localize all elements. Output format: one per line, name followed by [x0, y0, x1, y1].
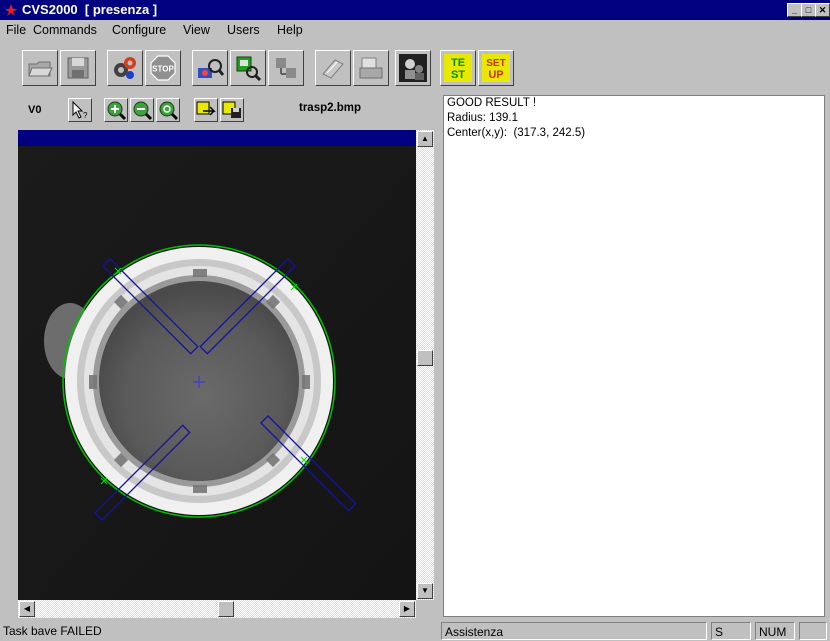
edit-button[interactable] [315, 50, 351, 86]
run-button[interactable] [107, 50, 143, 86]
open-button[interactable] [22, 50, 58, 86]
setup-icon: SETUP [482, 54, 510, 82]
scroll-left-button[interactable]: ◀ [19, 601, 35, 617]
zoom-fit-icon [159, 101, 179, 121]
camera-image-view[interactable] [18, 146, 416, 600]
svg-text:STOP: STOP [152, 65, 174, 74]
maximize-button[interactable]: □ [801, 3, 816, 17]
camera-zoom-icon [236, 56, 262, 82]
result-radius: Radius: 139.1 [447, 112, 518, 124]
inspection-image [18, 146, 416, 600]
test-icon: TEST [444, 54, 472, 82]
title-bar: CVS2000 [ presenza ] _ □ ✕ [0, 0, 830, 20]
menu-configure[interactable]: Configure [112, 23, 166, 37]
run-gears-icon [114, 57, 136, 79]
zoom-in-button[interactable] [104, 98, 128, 122]
scroll-down-button[interactable]: ▼ [417, 583, 433, 599]
svg-text:TE: TE [451, 57, 465, 69]
horizontal-scroll-thumb[interactable] [218, 601, 234, 617]
menu-bar: File Commands Configure View Users Help [0, 20, 830, 40]
vertical-scroll-thumb[interactable] [417, 350, 433, 366]
network-icon [276, 58, 296, 78]
svg-text:?: ? [83, 111, 88, 120]
inspect-button[interactable] [192, 50, 228, 86]
app-icon [5, 4, 17, 16]
menu-help[interactable]: Help [277, 23, 303, 37]
print-button[interactable] [353, 50, 389, 86]
status-num: NUM [755, 622, 795, 640]
svg-text:SET: SET [486, 58, 505, 69]
menu-view[interactable]: View [183, 23, 210, 37]
menu-file[interactable]: File [6, 23, 26, 37]
scroll-up-button[interactable]: ▲ [417, 131, 433, 147]
result-status: GOOD RESULT ! [447, 97, 537, 109]
status-s: S [711, 622, 751, 640]
save-disk-icon [67, 57, 89, 79]
users-button[interactable] [395, 50, 431, 86]
users-icon [399, 54, 427, 82]
save-image-icon [222, 101, 241, 118]
open-folder-icon [28, 61, 53, 77]
result-center: Center(x,y): (317.3, 242.5) [447, 127, 586, 139]
print-icon [359, 57, 383, 79]
image-caption-bar [18, 130, 416, 146]
menu-users[interactable]: Users [227, 23, 260, 37]
load-image-icon [196, 101, 216, 116]
network-button[interactable] [268, 50, 304, 86]
vertical-scrollbar[interactable]: ▲ ▼ [416, 130, 434, 600]
svg-text:ST: ST [451, 69, 465, 81]
zoom-in-icon [107, 101, 127, 121]
svg-text:UP: UP [488, 69, 503, 81]
load-image-button[interactable] [194, 98, 218, 122]
zoom-out-icon [133, 101, 153, 121]
save-button[interactable] [60, 50, 96, 86]
main-toolbar: STOP TE ST SET UP [0, 44, 830, 90]
inspect-zoom-icon [198, 59, 224, 78]
minimize-button[interactable]: _ [787, 3, 802, 17]
select-pointer-icon: ? [72, 100, 88, 120]
edit-sheet-icon [322, 59, 344, 79]
test-button[interactable]: TE ST [440, 50, 476, 86]
menu-commands[interactable]: Commands [33, 23, 97, 37]
camera-zoom-button[interactable] [230, 50, 266, 86]
status-message: Task bave FAILED [3, 624, 102, 638]
view-label: V0 [28, 104, 42, 116]
horizontal-scrollbar[interactable]: ◀ ▶ [18, 600, 416, 618]
zoom-out-button[interactable] [130, 98, 154, 122]
image-filename: trasp2.bmp [299, 102, 361, 114]
setup-button[interactable]: SET UP [478, 50, 514, 86]
stop-button[interactable]: STOP [145, 50, 181, 86]
window-title: CVS2000 [ presenza ] [22, 2, 158, 17]
view-toolbar: V0 ? trasp2.bmp [18, 92, 434, 130]
results-panel: GOOD RESULT ! Radius: 139.1 Center(x,y):… [443, 95, 825, 617]
zoom-fit-button[interactable] [156, 98, 180, 122]
status-panel: Assistenza [441, 622, 707, 640]
stop-icon: STOP [150, 55, 176, 81]
scroll-right-button[interactable]: ▶ [399, 601, 415, 617]
status-extra [799, 622, 827, 640]
select-tool-button[interactable]: ? [68, 98, 92, 122]
save-image-button[interactable] [220, 98, 244, 122]
close-button[interactable]: ✕ [815, 3, 830, 17]
